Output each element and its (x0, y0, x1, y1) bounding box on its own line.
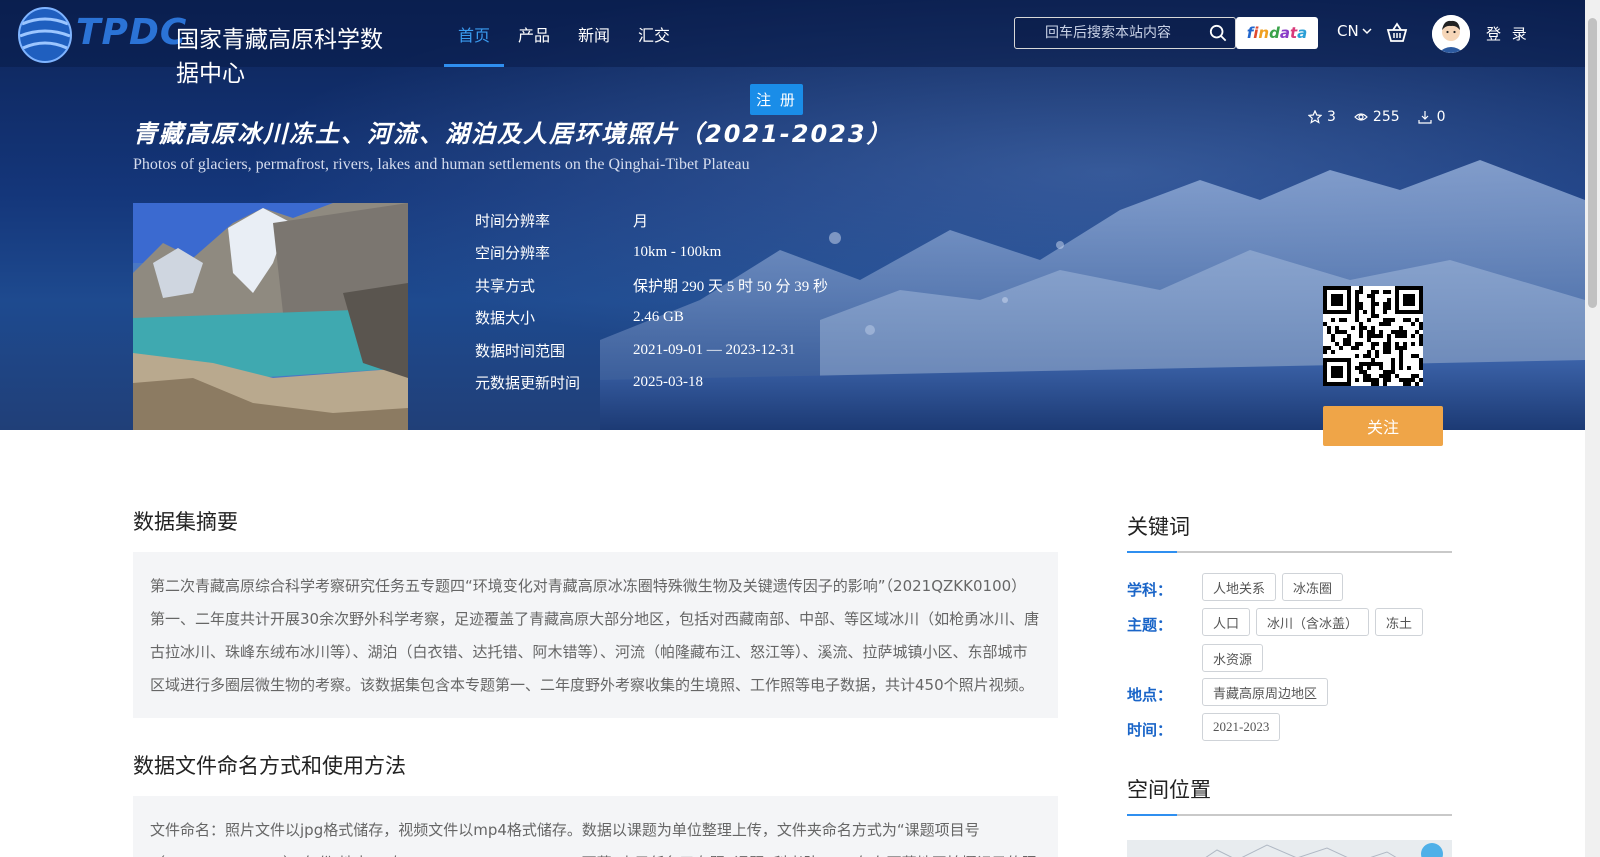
register-button[interactable]: 注 册 (750, 84, 803, 115)
meta-label: 共享方式 (475, 276, 536, 295)
abstract-title: 数据集摘要 (133, 510, 238, 534)
keyword-tag[interactable]: 2021-2023 (1202, 713, 1281, 741)
meta-row: 数据大小 2.46 GB (475, 302, 828, 335)
nav-submit[interactable]: 汇交 (624, 0, 684, 67)
keywords-title: 关键词 (1127, 511, 1452, 553)
keyword-group-label: 地点： (1127, 686, 1173, 704)
follow-button[interactable]: 关注 (1323, 406, 1443, 446)
chevron-down-icon (1362, 28, 1372, 35)
logo-chinese-name: 国家青藏高原科学数据中心 (176, 27, 383, 87)
keyword-group-subject: 学科： 人地关系 冰冻圈 (1127, 573, 1457, 601)
search-input[interactable] (1023, 18, 1203, 48)
keyword-tag[interactable]: 人口 (1202, 608, 1251, 636)
meta-row: 空间分辨率 10km - 100km (475, 237, 828, 270)
keyword-group-time: 时间： 2021-2023 (1127, 713, 1457, 741)
findata-letter: t (1289, 24, 1298, 42)
keyword-tags: 人地关系 冰冻圈 (1202, 573, 1452, 601)
keyword-group-label: 主题： (1127, 616, 1173, 634)
meta-value: 2021-09-01 — 2023-12-31 (633, 341, 796, 358)
qr-code-icon (1323, 286, 1423, 386)
meta-row: 时间分辨率 月 (475, 204, 828, 237)
download-icon (1418, 111, 1432, 124)
meta-row: 数据时间范围 2021-09-01 — 2023-12-31 (475, 334, 828, 367)
meta-value: 月 (633, 213, 649, 230)
keyword-tags: 2021-2023 (1202, 713, 1452, 741)
language-label: CN (1337, 22, 1359, 40)
top-header: TPDC 国家青藏高原科学数据中心 首页 产品 新闻 汇交 findata CN (0, 0, 1585, 87)
map-preview (1205, 843, 1443, 857)
search-box (1014, 17, 1236, 49)
star-icon (1308, 110, 1322, 124)
keyword-group-label: 学科： (1127, 581, 1173, 599)
meta-value: 保护期 290 天 5 时 50 分 39 秒 (633, 278, 829, 295)
meta-label: 数据时间范围 (475, 341, 566, 360)
dataset-title-cn: 青藏高原冰川冻土、河流、湖泊及人居环境照片（2021-2023） (133, 120, 893, 148)
qr-code (1323, 286, 1423, 386)
meta-label: 时间分辨率 (475, 211, 551, 230)
download-count: 0 (1418, 109, 1446, 125)
logo-text: TPDC (76, 12, 188, 53)
keyword-group-place: 地点： 青藏高原周边地区 (1127, 678, 1457, 706)
glacier-lake-photo (133, 203, 408, 430)
user-avatar-icon (1432, 15, 1470, 53)
naming-title: 数据文件命名方式和使用方法 (133, 754, 406, 778)
keyword-tag[interactable]: 冻土 (1375, 608, 1424, 636)
keyword-tags: 青藏高原周边地区 (1202, 678, 1452, 706)
keyword-tag[interactable]: 人地关系 (1202, 573, 1277, 601)
naming-text: 文件命名：照片文件以jpg格式储存，视频文件以mp4格式储存。数据以课题为单位整… (133, 796, 1058, 857)
search-icon[interactable] (1209, 24, 1227, 42)
findata-letter: a (1279, 24, 1290, 42)
meta-row: 元数据更新时间 2025-03-18 (475, 367, 828, 400)
nav-products[interactable]: 产品 (504, 0, 564, 67)
keyword-tag[interactable]: 冰冻圈 (1282, 573, 1344, 601)
download-count-value: 0 (1436, 109, 1446, 125)
keyword-tag[interactable]: 水资源 (1202, 644, 1264, 672)
language-switch[interactable]: CN (1337, 22, 1373, 40)
meta-label: 数据大小 (475, 309, 536, 328)
nav-home[interactable]: 首页 (444, 0, 505, 67)
keyword-tag[interactable]: 冰川（含冰盖） (1256, 608, 1370, 636)
view-count: 255 (1354, 109, 1400, 125)
meta-value: 2025-03-18 (633, 374, 703, 391)
star-count-value: 3 (1327, 109, 1336, 125)
view-count-value: 255 (1372, 109, 1400, 125)
page-scrollbar[interactable] (1585, 0, 1600, 857)
nav-news[interactable]: 新闻 (564, 0, 624, 67)
login-link[interactable]: 登 录 (1486, 23, 1530, 44)
globe-logo-icon (18, 7, 72, 63)
meta-value: 2.46 GB (633, 309, 684, 326)
keyword-group-label: 时间： (1127, 721, 1173, 739)
keyword-tags: 人口 冰川（含冰盖） 冻土 水资源 (1202, 608, 1452, 672)
location-map[interactable] (1127, 840, 1452, 857)
eye-icon (1354, 113, 1368, 121)
findata-letter: n (1258, 24, 1270, 42)
location-title: 空间位置 (1127, 774, 1452, 816)
meta-row: 共享方式 保护期 290 天 5 时 50 分 39 秒 (475, 269, 828, 302)
star-count[interactable]: 3 (1308, 109, 1336, 125)
meta-label: 元数据更新时间 (475, 374, 581, 393)
keyword-group-theme: 主题： 人口 冰川（含冰盖） 冻土 水资源 (1127, 608, 1457, 672)
main-nav: 首页 产品 新闻 汇交 (444, 0, 684, 67)
shopping-basket-icon[interactable] (1386, 22, 1408, 44)
site-logo[interactable]: TPDC 国家青藏高原科学数据中心 (14, 4, 394, 87)
dataset-thumbnail[interactable] (133, 203, 408, 430)
abstract-text: 第二次青藏高原综合科学考察研究任务五专题四“环境变化对青藏高原冰冻圈特殊微生物及… (133, 552, 1058, 718)
dataset-stats: 3 255 0 (1308, 109, 1446, 125)
dataset-meta-table: 时间分辨率 月 空间分辨率 10km - 100km 共享方式 保护期 290 … (475, 204, 828, 399)
meta-label: 空间分辨率 (475, 244, 551, 263)
scrollbar-thumb[interactable] (1588, 18, 1597, 308)
findata-letter: a (1297, 24, 1308, 42)
dataset-title-en: Photos of glaciers, permafrost, rivers, … (133, 156, 750, 173)
findata-letter: d (1269, 24, 1280, 42)
user-avatar[interactable] (1432, 15, 1470, 53)
findata-button[interactable]: findata (1236, 17, 1318, 49)
keyword-tag[interactable]: 青藏高原周边地区 (1202, 678, 1329, 706)
meta-value: 10km - 100km (633, 244, 722, 261)
